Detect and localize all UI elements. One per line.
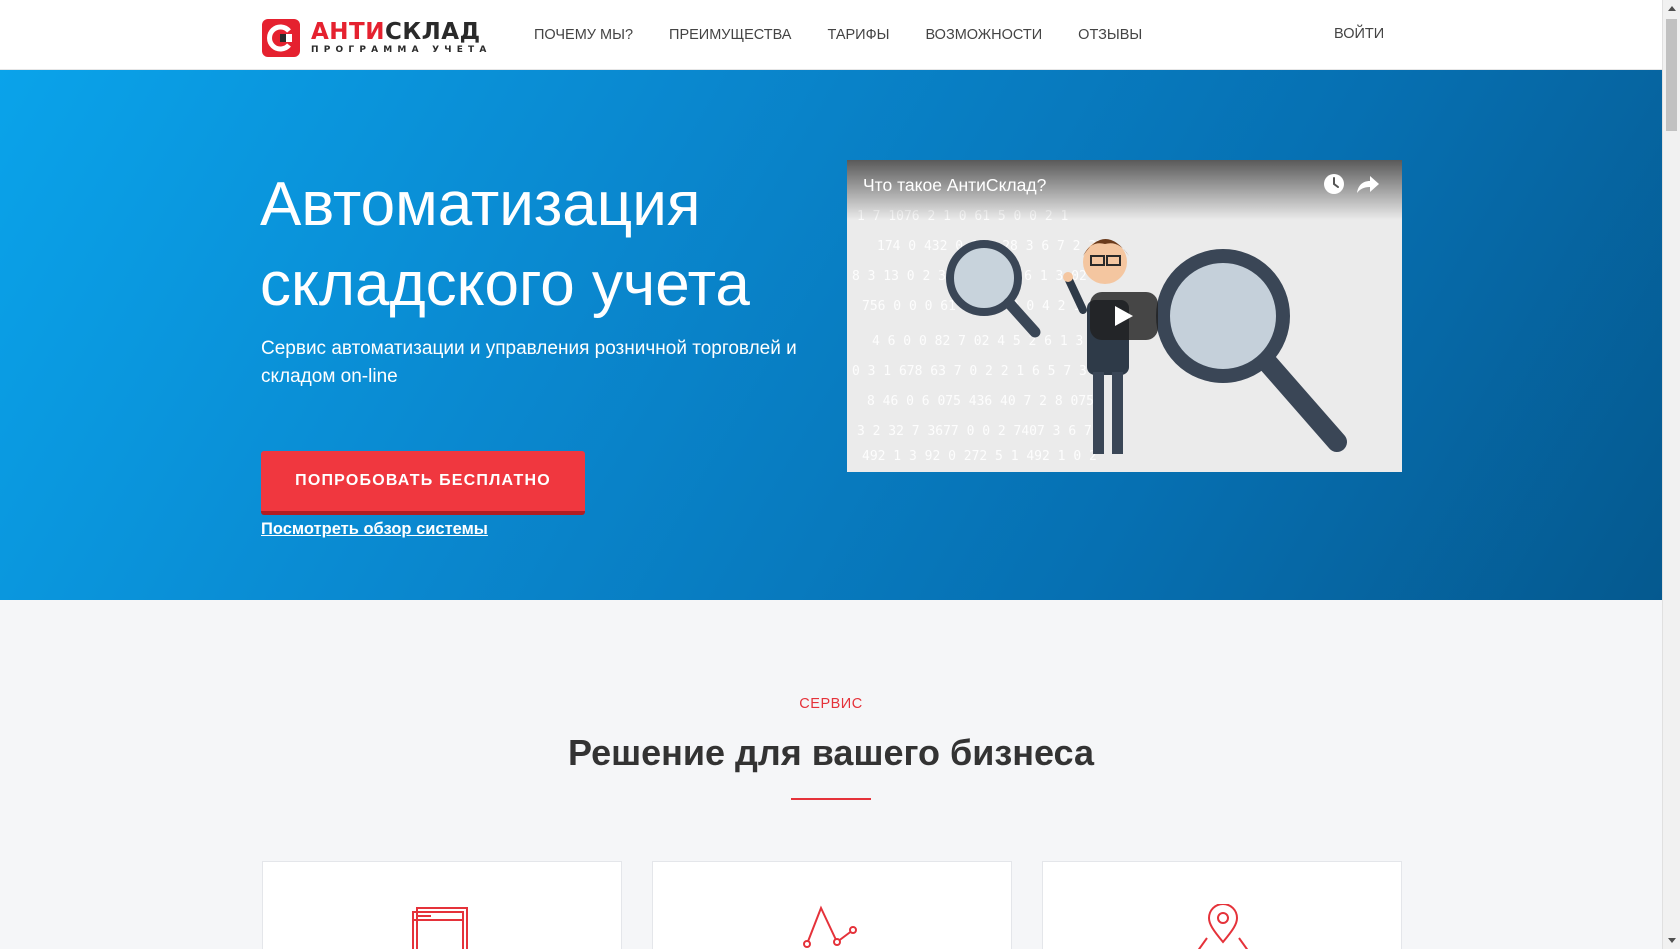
logo-mark-icon: [262, 19, 300, 57]
login-link[interactable]: ВОЙТИ: [1334, 26, 1384, 42]
main-nav: ПОЧЕМУ МЫ? ПРЕИМУЩЕСТВА ТАРИФЫ ВОЗМОЖНОС…: [534, 0, 1178, 70]
play-icon: [1115, 306, 1133, 326]
section-title-bold: Решение: [567, 732, 726, 773]
line-chart-icon: [803, 905, 857, 948]
nav-item-features[interactable]: ВОЗМОЖНОСТИ: [925, 27, 1042, 43]
svg-text:492 1 3 92 0 272 5 1 492 1 0 2: 492 1 3 92 0 272 5 1 492 1 0 2: [862, 449, 1097, 464]
page-scrollbar[interactable]: [1662, 0, 1680, 949]
nav-item-why-us[interactable]: ПОЧЕМУ МЫ?: [534, 27, 633, 43]
logo-part-sklad: СКЛАД: [385, 19, 481, 45]
nav-item-advantages[interactable]: ПРЕИМУЩЕСТВА: [669, 27, 791, 43]
share-icon[interactable]: [1356, 173, 1380, 195]
section-tag: СЕРВИС: [799, 696, 863, 712]
hero-section: Автоматизация складского учета Сервис ав…: [0, 70, 1662, 600]
logo-subtitle: ПРОГРАММА УЧЕТА: [311, 45, 492, 55]
try-free-button[interactable]: ПОПРОБОВАТЬ БЕСПЛАТНО: [261, 451, 585, 515]
hero-title-line2: складского учета: [260, 250, 750, 319]
scroll-thumb[interactable]: [1666, 19, 1677, 131]
hero-title-line1: Автоматизация: [260, 170, 701, 239]
hero-subtitle: Сервис автоматизации и управления рознич…: [261, 338, 797, 387]
svg-text:0 3 1 678 63 7 0 2 2 1 6 5 7 3: 0 3 1 678 63 7 0 2 2 1 6 5 7 3: [852, 364, 1087, 379]
svg-text:4 6 0 0 82 7 02 4 5 2 6 1 3 0: 4 6 0 0 82 7 02 4 5 2 6 1 3 0: [872, 334, 1099, 349]
play-button[interactable]: [1090, 292, 1158, 340]
service-card-3[interactable]: [1042, 861, 1402, 949]
logo[interactable]: АНТИСКЛАД ПРОГРАММА УЧЕТА: [262, 18, 502, 58]
scroll-down-arrow-icon[interactable]: [1663, 932, 1680, 949]
logo-part-anti: АНТИ: [311, 19, 385, 45]
map-pin-icon: [1197, 904, 1249, 949]
video-title[interactable]: Что такое АнтиСклад?: [863, 175, 1046, 196]
video-player[interactable]: 1 7 1076 2 1 0 61 5 0 0 2 1 174 0 432 0 …: [847, 160, 1402, 472]
logo-text: АНТИСКЛАД ПРОГРАММА УЧЕТА: [311, 20, 492, 56]
logo-title: АНТИСКЛАД: [311, 20, 492, 44]
section-divider: [791, 798, 871, 800]
system-overview-link[interactable]: Посмотреть обзор системы: [261, 520, 488, 539]
browser-window-icon: [412, 907, 468, 949]
svg-text:3 2 32 7 3677 0 0 2 7407 3 6 7: 3 2 32 7 3677 0 0 2 7407 3 6 7: [857, 424, 1092, 439]
svg-text:8 46 0 6 075 436 40 7 2 8 075: 8 46 0 6 075 436 40 7 2 8 075: [867, 394, 1094, 409]
hero-title: Автоматизация складского учета: [260, 165, 820, 325]
section-title: Решение для вашего бизнеса: [0, 729, 1662, 777]
site-header: АНТИСКЛАД ПРОГРАММА УЧЕТА ПОЧЕМУ МЫ? ПРЕ…: [0, 0, 1662, 70]
nav-item-reviews[interactable]: ОТЗЫВЫ: [1078, 27, 1142, 43]
nav-item-pricing[interactable]: ТАРИФЫ: [827, 27, 889, 43]
section-title-rest: для вашего бизнеса: [725, 732, 1095, 773]
clock-icon[interactable]: [1323, 173, 1345, 195]
page: АНТИСКЛАД ПРОГРАММА УЧЕТА ПОЧЕМУ МЫ? ПРЕ…: [0, 0, 1662, 949]
scroll-up-arrow-icon[interactable]: [1663, 0, 1680, 17]
service-card-1[interactable]: [262, 861, 622, 949]
service-card-2[interactable]: [652, 861, 1012, 949]
